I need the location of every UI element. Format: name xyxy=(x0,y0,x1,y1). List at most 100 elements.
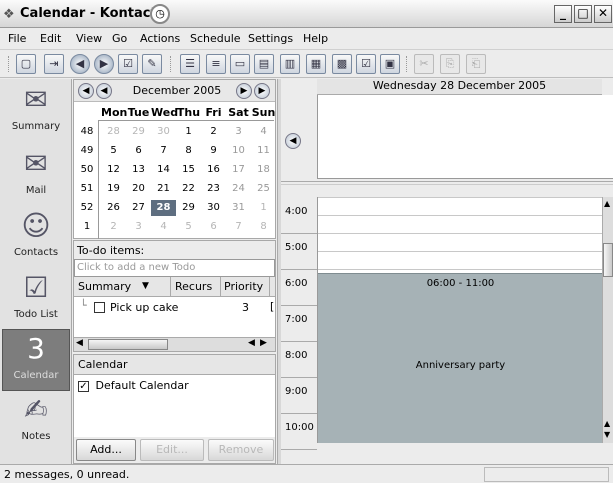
minimize-button[interactable]: _ xyxy=(554,5,572,23)
close-button[interactable]: ✕ xyxy=(594,5,612,23)
todo-row[interactable]: └ Pick up cake 3 [ xyxy=(74,299,275,317)
previous-month-button[interactable]: ◀ xyxy=(96,83,112,99)
maximize-button[interactable]: □ xyxy=(574,5,592,23)
scroll-up-icon[interactable]: ▲ xyxy=(604,199,610,208)
date-cell[interactable]: 3 xyxy=(126,219,151,235)
week-view-icon[interactable]: ▥ xyxy=(280,54,300,74)
new-event-icon[interactable]: ▢ xyxy=(16,54,36,74)
work-week-view-icon[interactable]: ▤ xyxy=(254,54,274,74)
week-number[interactable]: 51 xyxy=(78,183,96,194)
previous-year-button[interactable]: ◀ xyxy=(78,83,94,99)
sidebar-item-summary[interactable]: ✉ Summary xyxy=(2,81,70,143)
date-cell[interactable]: 21 xyxy=(151,181,176,197)
week-number[interactable]: 52 xyxy=(78,202,96,213)
journal-view-icon[interactable]: ▣ xyxy=(380,54,400,74)
date-cell[interactable]: 24 xyxy=(226,181,251,197)
menu-view[interactable]: View xyxy=(76,32,102,45)
month-view-icon[interactable]: ▩ xyxy=(332,54,352,74)
date-cell[interactable]: 29 xyxy=(126,124,151,140)
forward-icon[interactable]: ▶ xyxy=(94,54,114,74)
day-view-icon[interactable]: ▭ xyxy=(230,54,250,74)
date-cell[interactable]: 8 xyxy=(251,219,276,235)
next-month-button[interactable]: ▶ xyxy=(236,83,252,99)
date-cell[interactable]: 20 xyxy=(126,181,151,197)
date-cell[interactable]: 12 xyxy=(101,162,126,178)
date-cell[interactable]: 16 xyxy=(201,162,226,178)
sidebar-item-mail[interactable]: ✉ Mail xyxy=(2,145,70,207)
scroll-right-icon[interactable]: ▶ xyxy=(260,338,267,348)
date-cell[interactable]: 8 xyxy=(176,143,201,159)
date-cell[interactable]: 19 xyxy=(101,181,126,197)
menu-schedule[interactable]: Schedule xyxy=(190,32,241,45)
date-cell[interactable]: 10 xyxy=(226,143,251,159)
date-cell[interactable]: 1 xyxy=(251,200,276,216)
date-cell[interactable]: 29 xyxy=(176,200,201,216)
new-todo-input[interactable]: Click to add a new Todo xyxy=(74,259,275,277)
todo-horizontal-scrollbar[interactable]: ◀ ◀ ▶ xyxy=(74,337,275,351)
back-icon[interactable]: ◀ xyxy=(70,54,90,74)
date-cell[interactable]: 2 xyxy=(201,124,226,140)
menu-file[interactable]: File xyxy=(8,32,26,45)
date-cell[interactable]: 27 xyxy=(126,200,151,216)
calendar-entry[interactable]: Default Calendar xyxy=(78,379,189,392)
date-cell[interactable]: 6 xyxy=(201,219,226,235)
menu-actions[interactable]: Actions xyxy=(140,32,180,45)
date-cell[interactable]: 2 xyxy=(101,219,126,235)
sidebar-item-contacts[interactable]: ☺ Contacts xyxy=(2,207,70,269)
import-icon[interactable]: ⇥ xyxy=(44,54,64,74)
summary-column-header[interactable]: Summary xyxy=(78,280,131,293)
date-cell[interactable]: 17 xyxy=(226,162,251,178)
all-day-splitter[interactable] xyxy=(281,181,613,185)
next-days-view-icon[interactable]: ▦ xyxy=(306,54,326,74)
date-cell[interactable]: 13 xyxy=(126,162,151,178)
calendar-checkbox[interactable] xyxy=(78,380,89,392)
date-cell[interactable]: 31 xyxy=(226,200,251,216)
sidebar-item-calendar[interactable]: 3 Calendar xyxy=(2,329,70,391)
date-cell[interactable]: 3 xyxy=(226,124,251,140)
date-cell[interactable]: 18 xyxy=(251,162,276,178)
copy-icon[interactable]: ⎘ xyxy=(440,54,460,74)
week-number[interactable]: 1 xyxy=(78,221,96,232)
edit-calendar-button[interactable]: Edit... xyxy=(140,439,204,461)
date-cell[interactable]: 26 xyxy=(101,200,126,216)
date-cell[interactable]: 9 xyxy=(201,143,226,159)
date-cell[interactable]: 4 xyxy=(151,219,176,235)
list-view-icon[interactable]: ≡ xyxy=(206,54,226,74)
menu-go[interactable]: Go xyxy=(112,32,127,45)
recurs-column-header[interactable]: Recurs xyxy=(175,280,212,293)
date-cell[interactable]: 14 xyxy=(151,162,176,178)
date-cell[interactable]: 7 xyxy=(226,219,251,235)
date-cell[interactable]: 23 xyxy=(201,181,226,197)
date-cell[interactable]: 1 xyxy=(176,124,201,140)
remove-calendar-button[interactable]: Remove xyxy=(208,439,274,461)
date-cell[interactable]: 22 xyxy=(176,181,201,197)
next-year-button[interactable]: ▶ xyxy=(254,83,270,99)
event-anniversary-party[interactable]: 06:00 - 11:00 Anniversary party xyxy=(318,273,603,443)
whats-next-icon[interactable]: ✎ xyxy=(142,54,162,74)
date-cell[interactable]: 4 xyxy=(251,124,276,140)
menu-edit[interactable]: Edit xyxy=(40,32,61,45)
time-grid-body[interactable]: 06:00 - 11:00 Anniversary party xyxy=(317,197,603,443)
date-cell[interactable]: 5 xyxy=(101,143,126,159)
all-day-area[interactable] xyxy=(317,95,613,179)
scroll-down-icon[interactable]: ▼ xyxy=(604,430,610,439)
date-cell[interactable]: 28 xyxy=(151,200,176,216)
cut-icon[interactable]: ✂ xyxy=(414,54,434,74)
today-icon[interactable]: ☑ xyxy=(118,54,138,74)
week-number[interactable]: 50 xyxy=(78,164,96,175)
time-grid-vertical-scrollbar[interactable]: ▲ ▲ ▼ xyxy=(602,197,613,443)
date-cell[interactable]: 30 xyxy=(201,200,226,216)
date-cell[interactable]: 7 xyxy=(151,143,176,159)
date-cell[interactable]: 15 xyxy=(176,162,201,178)
add-calendar-button[interactable]: Add... xyxy=(76,439,136,461)
date-cell[interactable]: 28 xyxy=(101,124,126,140)
menu-help[interactable]: Help xyxy=(303,32,328,45)
date-cell[interactable]: 25 xyxy=(251,181,276,197)
go-to-today-icon[interactable]: ◀ xyxy=(285,133,301,149)
week-number[interactable]: 48 xyxy=(78,126,96,137)
scrollbar-thumb[interactable] xyxy=(88,339,168,350)
todo-checkbox[interactable] xyxy=(94,302,105,313)
scroll-left-icon[interactable]: ◀ xyxy=(76,338,83,348)
scroll-up-icon[interactable]: ▲ xyxy=(604,419,610,428)
todo-view-icon[interactable]: ☰ xyxy=(180,54,200,74)
